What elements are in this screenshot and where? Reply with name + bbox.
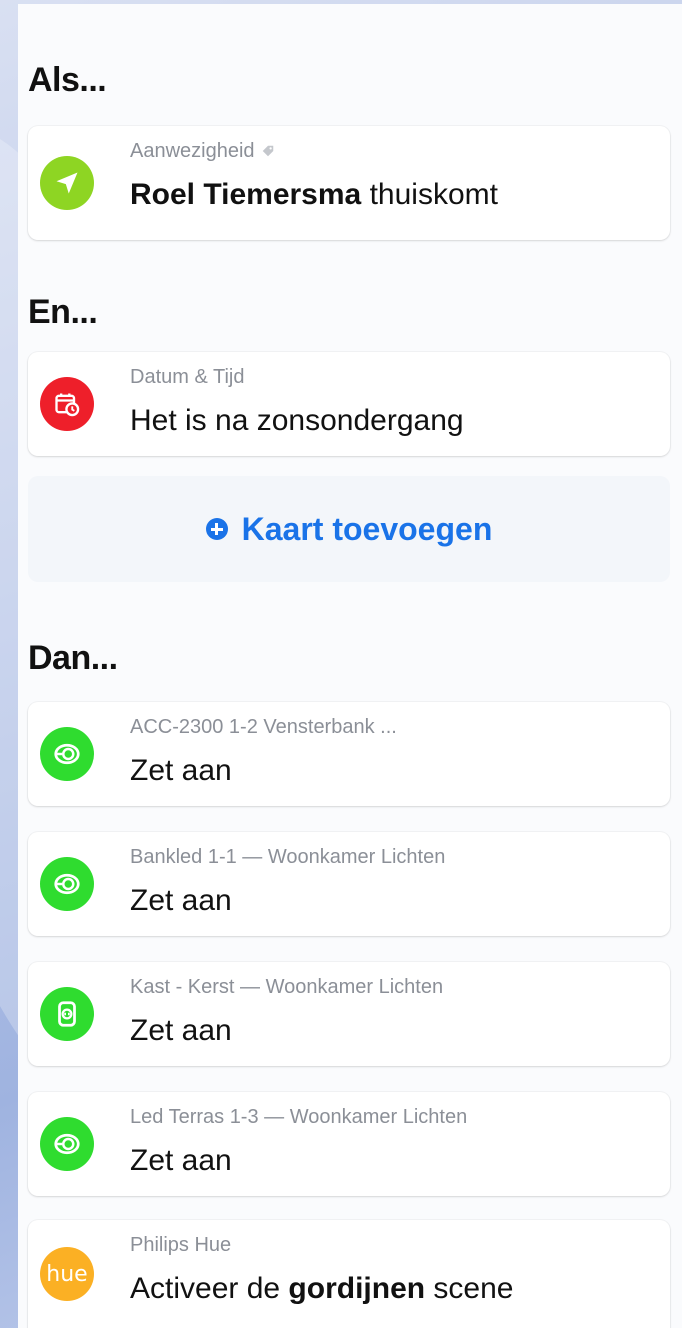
hue-scene-name: gordijnen — [288, 1272, 426, 1305]
action-text: Zet aan — [130, 1144, 232, 1177]
if-section-title: Als... — [28, 61, 107, 99]
hue-action-subtitle: Philips Hue — [130, 1234, 232, 1256]
add-card-label: Kaart toevoegen — [241, 510, 493, 547]
plus-circle-icon — [205, 518, 228, 540]
light-socket-icon — [40, 727, 94, 781]
action-device-name: Led Terras 1-3 — Woonkamer Lichten — [130, 1106, 468, 1128]
action-card[interactable]: Kast - Kerst — Woonkamer Lichten Zet aan — [28, 962, 670, 1066]
action-text: Zet aan — [130, 754, 232, 787]
light-socket-icon — [40, 857, 94, 911]
condition-card[interactable]: Datum & Tijd Het is na zonsondergang — [28, 352, 670, 456]
trigger-action: thuiskomt — [369, 178, 498, 211]
trigger-card[interactable]: Aanwezigheid Roel Tiemersma thuiskomt — [28, 126, 670, 240]
plug-icon — [40, 987, 94, 1041]
condition-text: Het is na zonsondergang — [130, 404, 464, 437]
condition-subtitle: Datum & Tijd — [130, 366, 245, 388]
calendar-clock-icon — [40, 377, 94, 431]
hue-action-text: Activeer de gordijnen scene — [130, 1272, 513, 1306]
action-text: Zet aan — [130, 1014, 232, 1047]
action-text: Zet aan — [130, 884, 232, 917]
hue-action-card[interactable]: hue Philips Hue Activeer de gordijnen sc… — [28, 1220, 670, 1328]
hue-icon-text: hue — [46, 1261, 88, 1287]
action-card[interactable]: ACC-2300 1-2 Vensterbank ... Zet aan — [28, 702, 670, 806]
philips-hue-icon: hue — [40, 1247, 94, 1301]
then-section-title: Dan... — [28, 639, 118, 677]
action-device-name: ACC-2300 1-2 Vensterbank ... — [130, 716, 397, 738]
flow-editor-panel: Als... Aanwezigheid Roel Tiemersma thuis… — [18, 4, 682, 1328]
trigger-text: Roel Tiemersma thuiskomt — [130, 178, 498, 212]
hue-action-prefix: Activeer de — [130, 1272, 281, 1305]
action-device-name: Bankled 1-1 — Woonkamer Lichten — [130, 846, 446, 868]
trigger-subtitle: Aanwezigheid — [130, 140, 275, 163]
trigger-subtitle-text: Aanwezigheid — [130, 140, 255, 162]
action-card[interactable]: Led Terras 1-3 — Woonkamer Lichten Zet a… — [28, 1092, 670, 1196]
trigger-person: Roel Tiemersma — [130, 178, 362, 211]
tag-icon — [262, 145, 273, 157]
hue-action-suffix: scene — [433, 1272, 514, 1305]
action-device-name: Kast - Kerst — Woonkamer Lichten — [130, 976, 444, 998]
light-socket-icon — [40, 1117, 94, 1171]
action-card[interactable]: Bankled 1-1 — Woonkamer Lichten Zet aan — [28, 832, 670, 936]
and-section-title: En... — [28, 293, 98, 331]
add-card-button[interactable]: Kaart toevoegen — [28, 476, 670, 582]
location-arrow-icon — [40, 156, 94, 210]
